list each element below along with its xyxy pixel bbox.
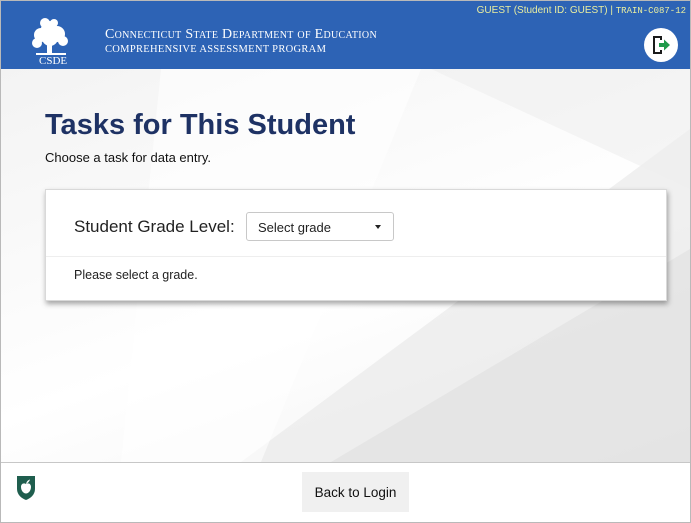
app-window: CSDE Connecticut State Department of Edu… <box>0 0 691 523</box>
page-subtitle: Choose a task for data entry. <box>45 150 211 165</box>
back-to-login-button[interactable]: Back to Login <box>302 472 409 512</box>
session-info: GUEST (Student ID: GUEST) | TRAIN-C087-1… <box>477 5 686 16</box>
csde-logo: CSDE <box>32 18 68 65</box>
grade-select[interactable]: Select grade <box>246 212 394 241</box>
shield-apple-icon <box>17 476 35 500</box>
grade-message: Please select a grade. <box>74 268 198 282</box>
logout-button[interactable] <box>644 28 678 62</box>
footer-bar: Back to Login <box>1 462 690 522</box>
org-name: Connecticut State Department of Educatio… <box>105 27 377 42</box>
header-bar: CSDE Connecticut State Department of Edu… <box>1 1 690 69</box>
grade-level-label: Student Grade Level: <box>74 217 235 236</box>
program-name: COMPREHENSIVE ASSESSMENT PROGRAM <box>105 44 327 55</box>
grade-card: Student Grade Level: Select grade Please… <box>45 189 667 301</box>
main-content: Tasks for This Student Choose a task for… <box>1 69 690 462</box>
grade-select-value: Select grade <box>258 220 331 235</box>
logout-arrow-icon <box>653 36 670 54</box>
logo-text: CSDE <box>39 55 67 65</box>
session-user: GUEST (Student ID: GUEST) | <box>476 5 613 16</box>
caret-down-icon <box>375 225 381 229</box>
page-title: Tasks for This Student <box>45 109 356 141</box>
grade-row: Student Grade Level: Select grade <box>46 190 666 257</box>
session-code: TRAIN-C087-12 <box>615 6 686 16</box>
